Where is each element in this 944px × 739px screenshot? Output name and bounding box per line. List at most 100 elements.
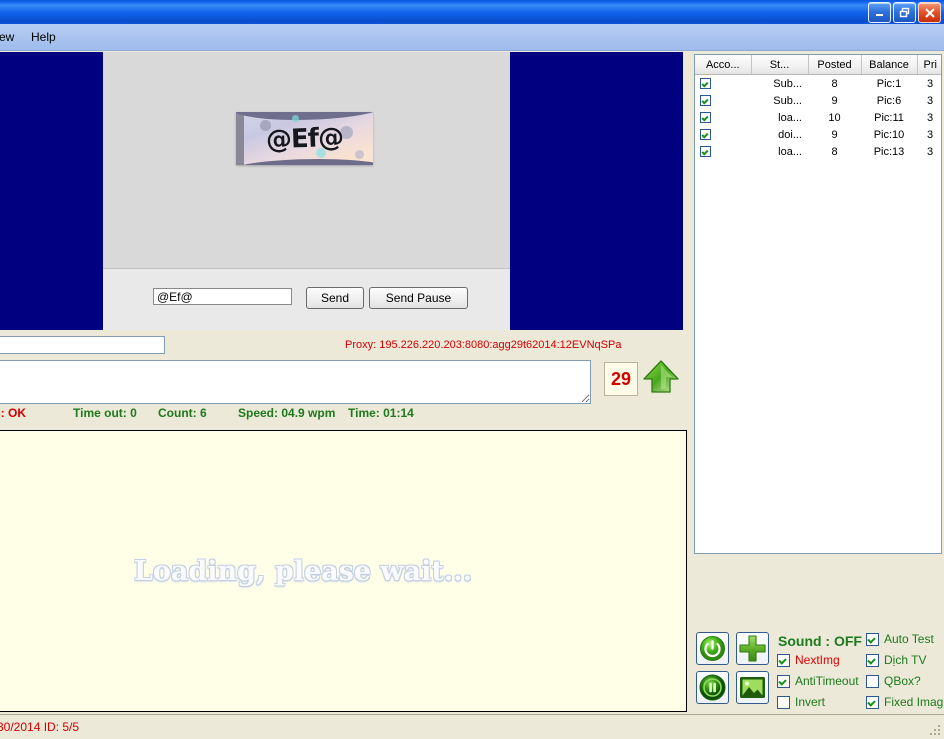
status-stats-row: s: OK Time out: 0 Count: 6 Speed: 04.9 w… xyxy=(0,406,690,426)
column-header-account[interactable]: Acco... xyxy=(695,55,752,75)
row-pri: 3 xyxy=(926,77,934,90)
row-checkbox-cell[interactable] xyxy=(695,92,751,109)
column-header-status[interactable]: St... xyxy=(751,55,809,75)
captcha-form: Send Send Pause xyxy=(103,269,510,330)
stat-time: Time: 01:14 xyxy=(348,406,414,420)
add-button[interactable] xyxy=(736,632,769,665)
captcha-panel: @Ef@ Send Send Pause xyxy=(103,52,510,330)
checkbox-row-fixed-image[interactable]: Fixed Imag xyxy=(866,695,943,709)
restore-button[interactable] xyxy=(893,2,916,23)
window-buttons xyxy=(868,2,941,23)
row-status: doi... xyxy=(778,128,802,141)
qbox-checkbox[interactable] xyxy=(866,674,879,688)
up-arrow-icon[interactable] xyxy=(641,358,681,398)
status-bar: 30/2014 ID: 5/5 xyxy=(0,714,944,739)
minimize-button[interactable] xyxy=(868,2,891,23)
row-checkbox-cell[interactable] xyxy=(695,143,751,160)
row-checkbox-cell[interactable] xyxy=(695,109,751,126)
accounts-table: Acco... St... Posted Balance Pri Sub... xyxy=(695,55,941,161)
status-bar-text: 30/2014 ID: 5/5 xyxy=(0,720,80,734)
checkbox-row-auto-test[interactable]: Auto Test xyxy=(866,632,934,646)
table-row[interactable]: Sub... 8 Pic:1 3 xyxy=(695,75,941,93)
pause-button[interactable] xyxy=(696,671,729,704)
table-row[interactable]: doi... 9 Pic:10 3 xyxy=(695,126,941,143)
send-button[interactable]: Send xyxy=(306,287,364,309)
right-side-panel: Acco... St... Posted Balance Pri Sub... xyxy=(690,52,944,714)
nextimg-label: NextImg xyxy=(795,653,840,667)
row-posted: 8 xyxy=(831,145,838,158)
power-button[interactable] xyxy=(696,632,729,665)
checkbox-row-qbox[interactable]: QBox? xyxy=(866,674,921,688)
row-pri: 3 xyxy=(926,111,934,124)
captcha-image-text: @Ef@ xyxy=(265,122,344,155)
row-checkbox-cell[interactable] xyxy=(695,126,751,143)
captcha-answer-input[interactable] xyxy=(153,288,292,305)
checkbox-row-dich-tv[interactable]: Dịch TV xyxy=(866,653,926,667)
row-checkbox[interactable] xyxy=(700,95,711,107)
counter-value: 29 xyxy=(604,362,638,396)
stat-speed: Speed: 04.9 wpm xyxy=(238,406,336,420)
row-posted: 10 xyxy=(828,111,841,124)
column-header-posted[interactable]: Posted xyxy=(808,55,862,75)
checkbox-row-nextimg[interactable]: NextImg xyxy=(777,653,840,667)
auto-test-checkbox[interactable] xyxy=(866,632,879,646)
log-textarea[interactable] xyxy=(0,360,591,404)
row-posted: 9 xyxy=(831,128,838,141)
antitimeout-label: AntiTimeout xyxy=(795,674,859,688)
invert-label: Invert xyxy=(795,695,826,709)
row-posted: 8 xyxy=(831,77,838,90)
close-button[interactable] xyxy=(918,2,941,23)
stat-timeout: Time out: 0 xyxy=(73,406,137,420)
row-pri: 3 xyxy=(926,128,934,141)
qbox-label: QBox? xyxy=(884,674,921,688)
row-balance: Pic:1 xyxy=(876,77,902,90)
page-loading-pane: Loading, please wait... xyxy=(0,430,687,712)
menu-bar: ew Help xyxy=(0,24,944,51)
row-balance: Pic:11 xyxy=(874,111,904,124)
row-pri: 3 xyxy=(926,94,934,107)
captcha-image[interactable]: @Ef@ xyxy=(236,112,373,165)
row-checkbox[interactable] xyxy=(700,112,711,124)
menu-item-help[interactable]: Help xyxy=(26,29,61,45)
accounts-table-body: Sub... 8 Pic:1 3 Sub... 9 Pic:6 3 loa...… xyxy=(695,75,941,161)
row-checkbox[interactable] xyxy=(700,78,711,90)
resize-grip-icon[interactable] xyxy=(928,723,942,737)
proxy-info-label: Proxy: 195.226.220.203:8080:agg29t62014:… xyxy=(345,339,622,351)
row-balance: Pic:13 xyxy=(873,145,905,158)
row-checkbox[interactable] xyxy=(700,146,711,158)
table-row[interactable]: Sub... 9 Pic:6 3 xyxy=(695,92,941,109)
fixed-image-checkbox[interactable] xyxy=(866,695,879,709)
captcha-image-area: @Ef@ xyxy=(103,52,510,269)
row-checkbox-cell[interactable] xyxy=(695,75,751,93)
fixed-image-label: Fixed Imag xyxy=(884,695,944,709)
antitimeout-checkbox[interactable] xyxy=(777,674,790,688)
table-row[interactable]: loa... 8 Pic:13 3 xyxy=(695,143,941,160)
dich-tv-checkbox[interactable] xyxy=(866,653,879,667)
row-balance: Pic:6 xyxy=(876,94,902,107)
table-row[interactable]: loa... 10 Pic:11 3 xyxy=(695,109,941,126)
accounts-list[interactable]: Acco... St... Posted Balance Pri Sub... xyxy=(694,54,942,554)
nextimg-checkbox[interactable] xyxy=(777,653,790,667)
title-bar xyxy=(0,0,944,25)
loading-message: Loading, please wait... xyxy=(133,556,473,587)
row-balance: Pic:10 xyxy=(873,128,905,141)
controls-panel: Sound : OFF NextImg AntiTimeout Invert A… xyxy=(690,627,944,717)
secondary-text-input[interactable] xyxy=(0,336,165,354)
image-button[interactable] xyxy=(736,671,769,704)
auto-test-label: Auto Test xyxy=(884,632,934,646)
checkbox-row-antitimeout[interactable]: AntiTimeout xyxy=(777,674,859,688)
row-posted: 9 xyxy=(831,94,838,107)
row-status: loa... xyxy=(778,145,802,158)
dich-tv-label: Dịch TV xyxy=(884,653,927,667)
embedded-browser-pane: @Ef@ Send Send Pause xyxy=(0,52,683,330)
application-window: ew Help @Ef@ Send xyxy=(0,0,944,739)
send-pause-button[interactable]: Send Pause xyxy=(369,287,468,309)
accounts-table-header-row: Acco... St... Posted Balance Pri xyxy=(695,55,941,75)
checkbox-row-invert[interactable]: Invert xyxy=(777,695,825,709)
column-header-balance[interactable]: Balance xyxy=(861,55,918,75)
row-status: loa... xyxy=(778,111,802,124)
row-checkbox[interactable] xyxy=(700,129,711,141)
menu-item-view[interactable]: ew xyxy=(0,29,19,45)
column-header-pri[interactable]: Pri xyxy=(917,55,941,75)
invert-checkbox[interactable] xyxy=(777,695,790,709)
